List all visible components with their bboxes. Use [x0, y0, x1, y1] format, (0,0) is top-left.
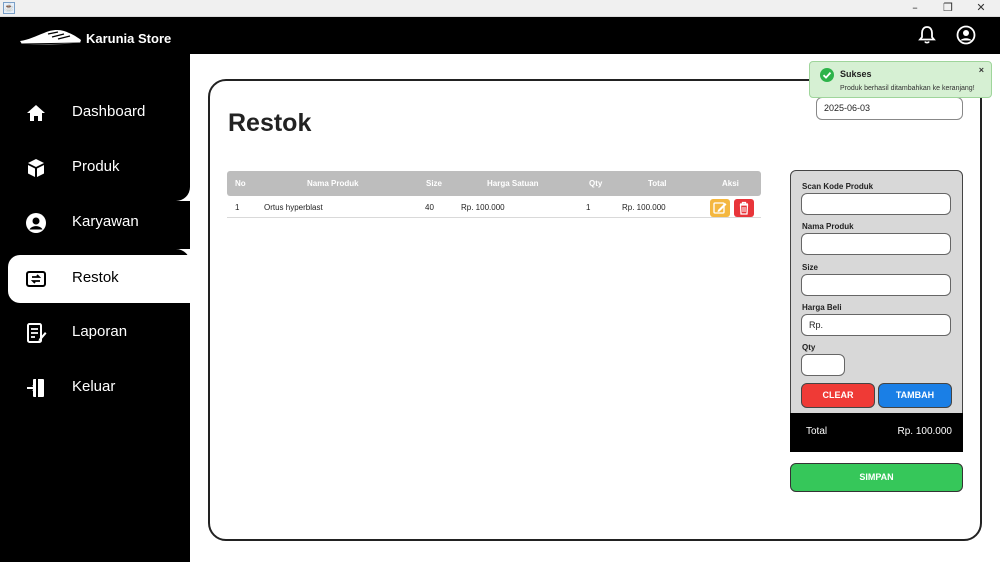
brand-name: Karunia Store	[86, 31, 172, 46]
tambah-button[interactable]: TAMBAH	[878, 383, 952, 408]
restock-form-panel: Scan Kode Produk Nama Produk Size Harga …	[790, 170, 963, 416]
sidebar-item-label: Produk	[72, 158, 120, 175]
success-toast: Sukses Produk berhasil ditambahkan ke ke…	[809, 61, 992, 98]
top-bar: Karunia Store	[0, 17, 1000, 54]
scan-kode-input[interactable]	[801, 193, 951, 215]
sidebar-item-label: Karyawan	[72, 213, 139, 230]
column-header-size: Size	[426, 179, 443, 188]
sidebar-item-restok[interactable]: Restok	[8, 255, 190, 303]
notification-bell-icon[interactable]	[917, 25, 937, 45]
total-value: Rp. 100.000	[897, 426, 953, 437]
toast-title: Sukses	[840, 69, 872, 79]
sidebar-item-label: Restok	[72, 269, 119, 286]
restock-icon	[26, 271, 46, 287]
total-label: Total	[806, 426, 828, 437]
column-header-aksi: Aksi	[722, 179, 739, 188]
sidebar-item-laporan[interactable]: Laporan	[0, 309, 190, 357]
box-icon	[28, 159, 44, 177]
total-summary: Total Rp. 100.000	[790, 413, 963, 452]
home-icon	[27, 105, 45, 121]
maximize-button[interactable]: ❐	[931, 0, 965, 17]
size-label: Size	[802, 263, 819, 272]
column-header-no: No	[235, 179, 246, 188]
toast-close-button[interactable]: ×	[979, 65, 984, 75]
sidebar-item-karyawan[interactable]: Karyawan	[0, 199, 190, 247]
sidebar-item-produk[interactable]: Produk	[0, 144, 190, 192]
column-header-total: Total	[648, 179, 667, 188]
scan-kode-label: Scan Kode Produk	[802, 182, 874, 191]
harga-beli-input[interactable]: Rp.	[801, 314, 951, 336]
simpan-button[interactable]: SIMPAN	[790, 463, 963, 492]
person-icon	[26, 213, 46, 233]
cell-size: 40	[425, 203, 434, 212]
cell-total: Rp. 100.000	[622, 203, 666, 212]
page-title: Restok	[228, 109, 312, 137]
table-row[interactable]: 1 Ortus hyperblast 40 Rp. 100.000 1 Rp. …	[227, 196, 761, 218]
qty-input[interactable]	[801, 354, 845, 376]
table-header: No Nama Produk Size Harga Satuan Qty Tot…	[227, 171, 761, 196]
minimize-button[interactable]: –	[898, 0, 932, 17]
column-header-harga-satuan: Harga Satuan	[487, 179, 539, 188]
sidebar-item-label: Dashboard	[72, 103, 146, 120]
exit-icon	[27, 379, 44, 397]
report-icon	[27, 323, 47, 343]
qty-label: Qty	[802, 343, 816, 352]
edit-icon	[713, 202, 727, 214]
column-header-nama-produk: Nama Produk	[307, 179, 359, 188]
harga-beli-label: Harga Beli	[802, 303, 842, 312]
size-input[interactable]	[801, 274, 951, 296]
shoe-logo-icon	[20, 29, 81, 45]
cell-harga-satuan: Rp. 100.000	[461, 203, 505, 212]
toast-message: Produk berhasil ditambahkan ke keranjang…	[840, 85, 975, 92]
edit-button[interactable]	[710, 199, 730, 217]
cell-no: 1	[235, 203, 240, 212]
nama-produk-input[interactable]	[801, 233, 951, 255]
java-app-icon: ☕	[3, 2, 15, 14]
check-circle-icon	[820, 68, 834, 82]
clear-button[interactable]: CLEAR	[801, 383, 875, 408]
sidebar-item-label: Laporan	[72, 323, 128, 340]
column-header-qty: Qty	[589, 179, 603, 188]
nama-produk-label: Nama Produk	[802, 222, 854, 231]
sidebar-item-keluar[interactable]: Keluar	[0, 364, 190, 412]
date-field[interactable]: 2025-06-03	[816, 97, 963, 120]
sidebar-item-label: Keluar	[72, 378, 116, 395]
user-account-icon[interactable]	[956, 25, 976, 45]
window-titlebar: ☕ – ❐ ✕	[0, 0, 1000, 17]
cell-nama-produk: Ortus hyperblast	[264, 203, 323, 212]
trash-icon	[739, 201, 749, 215]
delete-button[interactable]	[734, 199, 754, 217]
cell-qty: 1	[586, 203, 591, 212]
close-window-button[interactable]: ✕	[964, 0, 998, 17]
sidebar-item-dashboard[interactable]: Dashboard	[0, 89, 190, 137]
restock-table: No Nama Produk Size Harga Satuan Qty Tot…	[227, 171, 761, 218]
